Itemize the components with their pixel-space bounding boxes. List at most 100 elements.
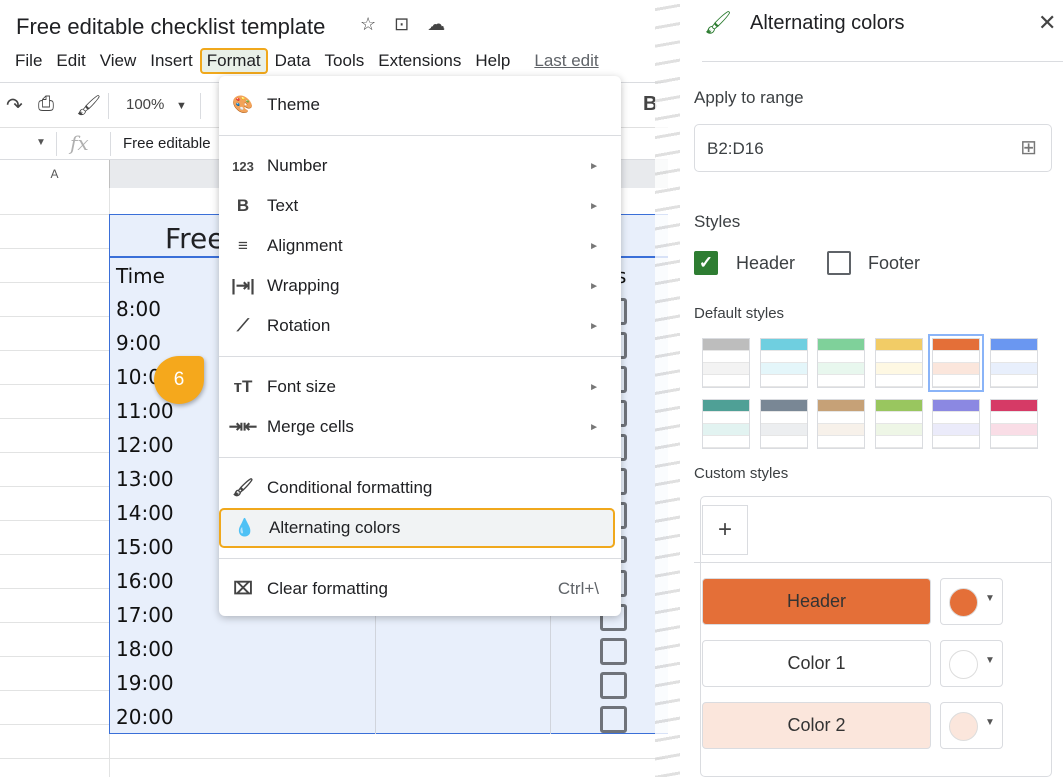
default-style-swatch[interactable]	[817, 399, 865, 449]
time-cell[interactable]: 8:00	[116, 297, 161, 321]
time-cell[interactable]: 20:00	[116, 705, 174, 729]
menu-file[interactable]: File	[8, 48, 49, 74]
menu-view[interactable]: View	[93, 48, 144, 74]
swatch-band	[990, 375, 1037, 387]
swatch-band	[760, 339, 807, 351]
bold-icon: B	[236, 196, 250, 215]
swatch-band	[875, 339, 922, 351]
menu-item-alternating-colors[interactable]: 💧 Alternating colors	[219, 508, 615, 548]
cloud-saved-icon[interactable]: ☁	[427, 14, 445, 35]
menu-data[interactable]: Data	[268, 48, 318, 74]
header-checkbox[interactable]: ✓	[694, 251, 718, 275]
task-checkbox[interactable]	[600, 672, 627, 699]
menu-item-text[interactable]: B Text ►	[219, 186, 621, 226]
star-icon[interactable]: ☆	[360, 14, 376, 35]
divider	[56, 132, 57, 156]
time-cell[interactable]: 15:00	[116, 535, 174, 559]
menu-bar: File Edit View Insert Format Data Tools …	[8, 48, 606, 74]
zoom-dropdown-icon[interactable]: ▼	[176, 100, 187, 112]
menu-insert[interactable]: Insert	[143, 48, 200, 74]
menu-item-merge-cells[interactable]: ⇥⇤ Merge cells ►	[219, 407, 621, 447]
color-picker-button[interactable]: ▼	[940, 640, 1003, 687]
menu-extensions[interactable]: Extensions	[371, 48, 468, 74]
menu-item-conditional-formatting[interactable]: 🖌 Conditional formatting	[219, 468, 621, 508]
custom-color-color-1-button[interactable]: Color 1	[702, 640, 931, 687]
formula-input[interactable]: Free editable	[123, 135, 211, 152]
menu-item-label: Merge cells	[267, 417, 354, 436]
submenu-arrow-icon: ►	[589, 200, 599, 212]
menu-item-label: Text	[267, 196, 299, 215]
toolbar-divider	[200, 93, 201, 119]
swatch-band	[933, 375, 979, 387]
menu-format[interactable]: Format	[199, 48, 268, 74]
menu-help[interactable]: Help	[468, 48, 517, 74]
default-style-swatch[interactable]	[989, 338, 1038, 388]
default-style-swatch[interactable]	[874, 338, 923, 388]
task-checkbox[interactable]	[600, 706, 627, 733]
toolbar-divider	[108, 93, 109, 119]
default-style-swatch[interactable]	[817, 338, 865, 388]
add-custom-style-button[interactable]: +	[702, 505, 748, 555]
last-edit-link[interactable]: Last edit	[527, 48, 605, 74]
default-style-swatch[interactable]	[702, 399, 750, 449]
print-icon[interactable]: ⎙	[38, 93, 54, 116]
move-to-folder-icon[interactable]: ⊡	[394, 14, 409, 35]
footer-checkbox[interactable]	[827, 251, 851, 275]
menu-item-font-size[interactable]: тT Font size ►	[219, 367, 621, 407]
time-cell[interactable]: 12:00	[116, 433, 174, 457]
column-header-a[interactable]: A	[0, 160, 110, 188]
default-style-swatch[interactable]	[759, 338, 808, 388]
document-title[interactable]: Free editable checklist template	[16, 14, 325, 40]
custom-color-color-2-button[interactable]: Color 2	[702, 702, 931, 749]
menu-item-wrapping[interactable]: |⇥| Wrapping ►	[219, 266, 621, 306]
close-icon[interactable]: ✕	[1038, 10, 1056, 36]
menu-item-alignment[interactable]: ≡ Alignment ►	[219, 226, 621, 266]
zoom-select[interactable]: 100%	[126, 96, 164, 113]
swatch-band	[875, 424, 922, 436]
menu-tools[interactable]: Tools	[318, 48, 372, 74]
time-cell[interactable]: 19:00	[116, 671, 174, 695]
swatch-band	[818, 375, 864, 387]
custom-color-header-button[interactable]: Header	[702, 578, 931, 625]
menu-edit[interactable]: Edit	[49, 48, 92, 74]
name-box-dropdown-icon[interactable]: ▼	[36, 137, 46, 148]
color-picker-button[interactable]: ▼	[940, 702, 1003, 749]
time-cell[interactable]: 13:00	[116, 467, 174, 491]
default-style-swatch[interactable]	[759, 399, 808, 449]
time-cell[interactable]: 14:00	[116, 501, 174, 525]
menu-item-number[interactable]: 123 Number ►	[219, 146, 621, 186]
swatch-band	[875, 400, 922, 412]
menu-divider	[219, 135, 621, 136]
range-input[interactable]: B2:D16 ⊞	[694, 124, 1052, 172]
title-cell[interactable]: Free	[165, 222, 224, 255]
redo-icon[interactable]: ↷	[6, 93, 23, 118]
time-cell[interactable]: 18:00	[116, 637, 174, 661]
spreadsheet-area: Free editable checklist template ☆ ⊡ ☁ F…	[0, 0, 668, 777]
swatch-band	[703, 351, 749, 363]
default-style-swatch[interactable]	[932, 399, 980, 449]
time-cell[interactable]: 16:00	[116, 569, 174, 593]
default-style-swatch[interactable]	[702, 338, 750, 388]
select-range-icon[interactable]: ⊞	[1020, 135, 1037, 160]
swatch-band	[990, 424, 1037, 436]
default-style-swatch[interactable]	[989, 399, 1038, 449]
alternating-colors-panel: 🖌 Alternating colors ✕ Apply to range B2…	[680, 0, 1063, 777]
header-time-cell[interactable]: Time	[116, 264, 165, 288]
time-cell[interactable]: 11:00	[116, 399, 174, 423]
default-style-swatch[interactable]	[928, 334, 984, 392]
fx-icon: fx	[70, 131, 89, 155]
swatch-band	[703, 436, 749, 448]
paint-roller-icon: 🖌	[704, 10, 732, 35]
merge-icon: ⇥⇤	[228, 417, 258, 436]
time-cell[interactable]: 17:00	[116, 603, 174, 627]
menu-item-theme[interactable]: 🎨 Theme	[219, 85, 621, 125]
menu-item-rotation[interactable]: ⟋ Rotation ►	[219, 306, 621, 346]
time-cell[interactable]: 9:00	[116, 331, 161, 355]
footer-checkbox-label: Footer	[868, 253, 921, 273]
paint-format-icon[interactable]: 🖌	[76, 93, 101, 118]
submenu-arrow-icon: ►	[589, 421, 599, 433]
task-checkbox[interactable]	[600, 638, 627, 665]
default-style-swatch[interactable]	[874, 399, 923, 449]
menu-item-clear-formatting[interactable]: ⌧ Clear formatting Ctrl+\	[219, 569, 621, 609]
color-picker-button[interactable]: ▼	[940, 578, 1003, 625]
